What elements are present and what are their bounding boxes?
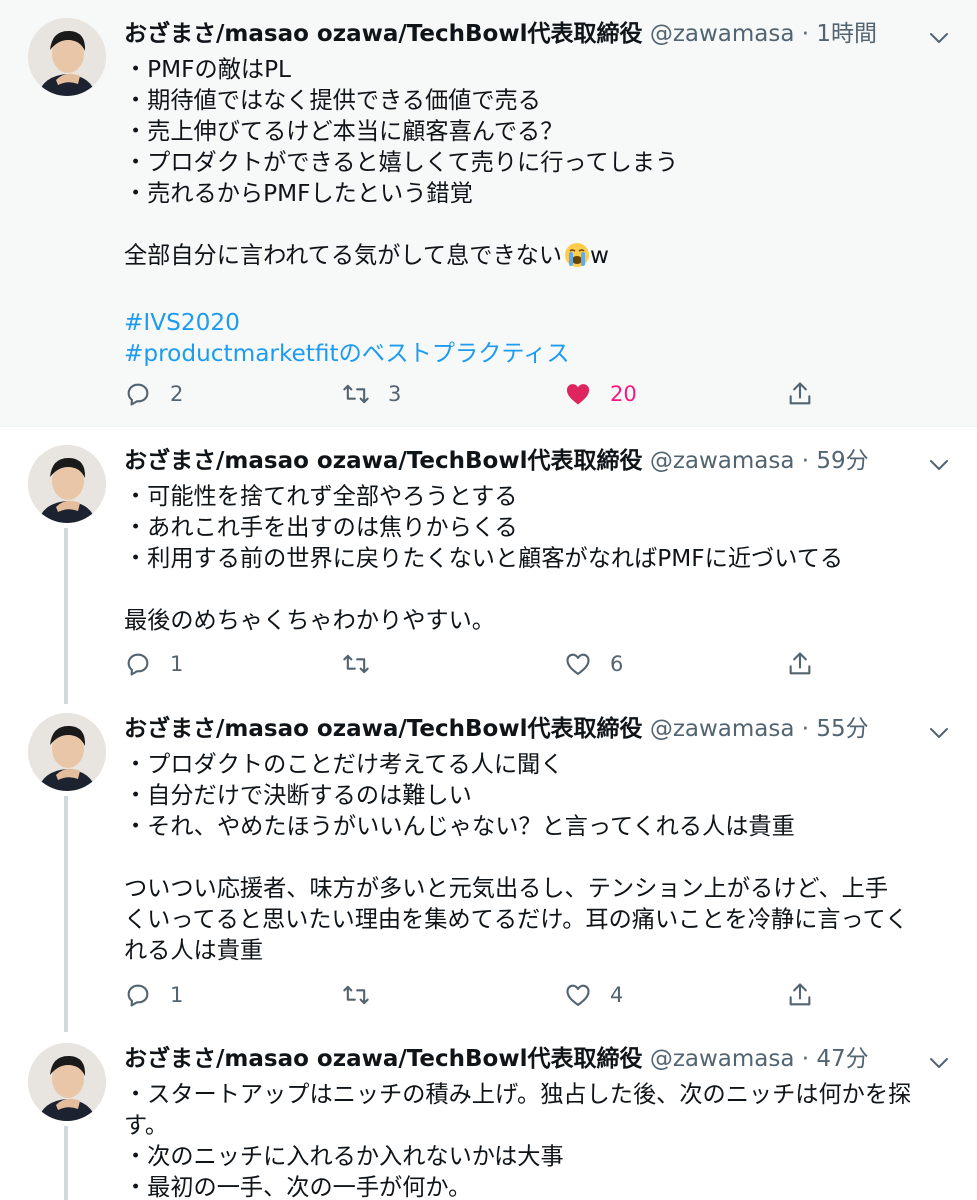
avatar[interactable] <box>28 18 106 96</box>
display-name[interactable]: おざまさ/masao ozawa/TechBowl代表取締役 <box>124 448 643 474</box>
display-name[interactable]: おざまさ/masao ozawa/TechBowl代表取締役 <box>124 1046 643 1072</box>
avatar[interactable] <box>28 713 106 791</box>
text-line: ・自分だけで決断するのは難しい <box>124 782 472 809</box>
retweet-count: 3 <box>388 382 402 406</box>
user-handle[interactable]: @zawamasa <box>650 448 795 474</box>
retweet-icon <box>343 384 369 404</box>
tweet-header: おざまさ/masao ozawa/TechBowl代表取締役 @zawamasa… <box>124 1041 869 1077</box>
text-line: ・スタートアップはニッチの積み上げ。独占した後、次のニッチは何かを探 <box>124 1081 912 1108</box>
text-line: くいってると思いたい理由を集めてるだけ。耳の痛いことを冷静に言ってく <box>124 906 909 933</box>
text-line: す。 <box>124 1112 169 1139</box>
text-line: ・プロダクトのことだけ考えてる人に聞く <box>124 751 564 778</box>
share-icon <box>789 382 811 405</box>
timestamp[interactable]: 55分 <box>816 716 868 742</box>
tweet[interactable]: おざまさ/masao ozawa/TechBowl代表取締役 @zawamasa… <box>0 0 977 426</box>
like-button[interactable]: 20 <box>564 376 637 412</box>
text-line: れる人は貴重 <box>124 937 264 964</box>
text-line: ・期待値ではなく提供できる価値で売る <box>124 87 541 114</box>
retweet-button[interactable] <box>342 646 388 682</box>
tweet-header: おざまさ/masao ozawa/TechBowl代表取締役 @zawamasa… <box>124 711 869 747</box>
heart-icon <box>566 653 590 675</box>
tweet-text: ・PMFの敵はPL ・期待値ではなく提供できる価値で売る ・売上伸びてるけど本当… <box>124 54 959 369</box>
text-line: ・可能性を捨てれず全部やろうとする <box>124 483 518 510</box>
like-count: 20 <box>610 382 637 406</box>
tweet[interactable]: おざまさ/masao ozawa/TechBowl代表取締役 @zawamasa… <box>0 427 977 695</box>
reply-count: 1 <box>170 652 184 676</box>
reply-icon <box>127 984 149 1007</box>
display-name[interactable]: おざまさ/masao ozawa/TechBowl代表取締役 <box>124 21 643 47</box>
share-button[interactable] <box>786 376 814 412</box>
timestamp[interactable]: 47分 <box>816 1046 868 1072</box>
text-line: ・最初の一手、次の一手が何か。 <box>124 1174 472 1200</box>
like-button[interactable]: 4 <box>564 977 623 1013</box>
separator-dot: · <box>801 448 810 474</box>
user-handle[interactable]: @zawamasa <box>650 1046 795 1072</box>
chevron-down-icon[interactable] <box>927 721 951 745</box>
reply-button[interactable]: 1 <box>124 646 183 682</box>
text-line: ・売れるからPMFしたという錯覚 <box>124 180 473 207</box>
tweet-actions: 1 6 <box>124 646 844 682</box>
text-line: ・売上伸びてるけど本当に顧客喜んでる？ <box>124 118 564 145</box>
reply-icon <box>127 383 149 406</box>
user-handle[interactable]: @zawamasa <box>650 716 795 742</box>
separator-dot: · <box>801 21 810 47</box>
text-line: ・プロダクトができると嬉しくて売りに行ってしまう <box>124 149 679 176</box>
crying-face-emoji-icon <box>564 242 590 276</box>
display-name[interactable]: おざまさ/masao ozawa/TechBowl代表取締役 <box>124 716 643 742</box>
tweet-thread: おざまさ/masao ozawa/TechBowl代表取締役 @zawamasa… <box>0 0 977 1200</box>
text-line-suffix: w <box>590 242 609 269</box>
text-line-content: 全部自分に言われてる気がして息できない <box>124 242 563 269</box>
reply-button[interactable]: 2 <box>124 376 183 412</box>
text-line: ・あれこれ手を出すのは焦りからくる <box>124 514 518 541</box>
like-count: 6 <box>610 652 624 676</box>
hashtag-link[interactable]: #IVS2020 <box>124 307 959 338</box>
retweet-icon <box>343 985 369 1005</box>
text-line: 全部自分に言われてる気がして息できない w <box>124 240 959 276</box>
tweet-header: おざまさ/masao ozawa/TechBowl代表取締役 @zawamasa… <box>124 16 877 52</box>
reply-count: 1 <box>170 983 184 1007</box>
tweet[interactable]: おざまさ/masao ozawa/TechBowl代表取締役 @zawamasa… <box>0 1025 977 1200</box>
separator-dot: · <box>801 716 810 742</box>
heart-filled-icon <box>566 384 590 405</box>
like-button[interactable]: 6 <box>564 646 623 682</box>
chevron-down-icon[interactable] <box>927 453 951 477</box>
avatar[interactable] <box>28 445 106 523</box>
chevron-down-icon[interactable] <box>927 26 951 50</box>
reply-count: 2 <box>170 382 184 406</box>
tweet[interactable]: おざまさ/masao ozawa/TechBowl代表取締役 @zawamasa… <box>0 695 977 1027</box>
timestamp[interactable]: 59分 <box>816 448 868 474</box>
text-line: ・PMFの敵はPL <box>124 56 291 83</box>
share-icon <box>789 983 811 1006</box>
separator-dot: · <box>801 1046 810 1072</box>
tweet-text: ・可能性を捨てれず全部やろうとする ・あれこれ手を出すのは焦りからくる ・利用す… <box>124 481 959 636</box>
user-handle[interactable]: @zawamasa <box>650 21 795 47</box>
tweet-actions: 2 3 20 <box>124 376 844 412</box>
heart-icon <box>566 984 590 1006</box>
chevron-down-icon[interactable] <box>927 1051 951 1075</box>
timestamp[interactable]: 1時間 <box>816 21 877 47</box>
like-count: 4 <box>610 983 624 1007</box>
text-line: ・次のニッチに入れるか入れないかは大事 <box>124 1143 564 1170</box>
tweet-text: ・スタートアップはニッチの積み上げ。独占した後、次のニッチは何かを探 す。 ・次… <box>124 1079 959 1200</box>
text-line: ・それ、やめたほうがいいんじゃない？と言ってくれる人は貴重 <box>124 813 795 840</box>
share-icon <box>789 652 811 675</box>
hashtag-link[interactable]: #productmarketfitのベストプラクティス <box>124 338 959 369</box>
avatar[interactable] <box>28 1043 106 1121</box>
retweet-button[interactable] <box>342 977 388 1013</box>
text-line: 最後のめちゃくちゃわかりやすい。 <box>124 607 495 634</box>
tweet-actions: 1 4 <box>124 977 844 1013</box>
retweet-button[interactable]: 3 <box>342 376 401 412</box>
tweet-text: ・プロダクトのことだけ考えてる人に聞く ・自分だけで決断するのは難しい ・それ、… <box>124 749 959 966</box>
reply-button[interactable]: 1 <box>124 977 183 1013</box>
share-button[interactable] <box>786 977 814 1013</box>
reply-icon <box>127 653 149 676</box>
tweet-header: おざまさ/masao ozawa/TechBowl代表取締役 @zawamasa… <box>124 443 869 479</box>
text-line: ついつい応援者、味方が多いと元気出るし、テンション上がるけど、上手 <box>124 875 889 902</box>
share-button[interactable] <box>786 646 814 682</box>
text-line: ・利用する前の世界に戻りたくないと顧客がなればPMFに近づいてる <box>124 545 844 572</box>
retweet-icon <box>343 654 369 674</box>
